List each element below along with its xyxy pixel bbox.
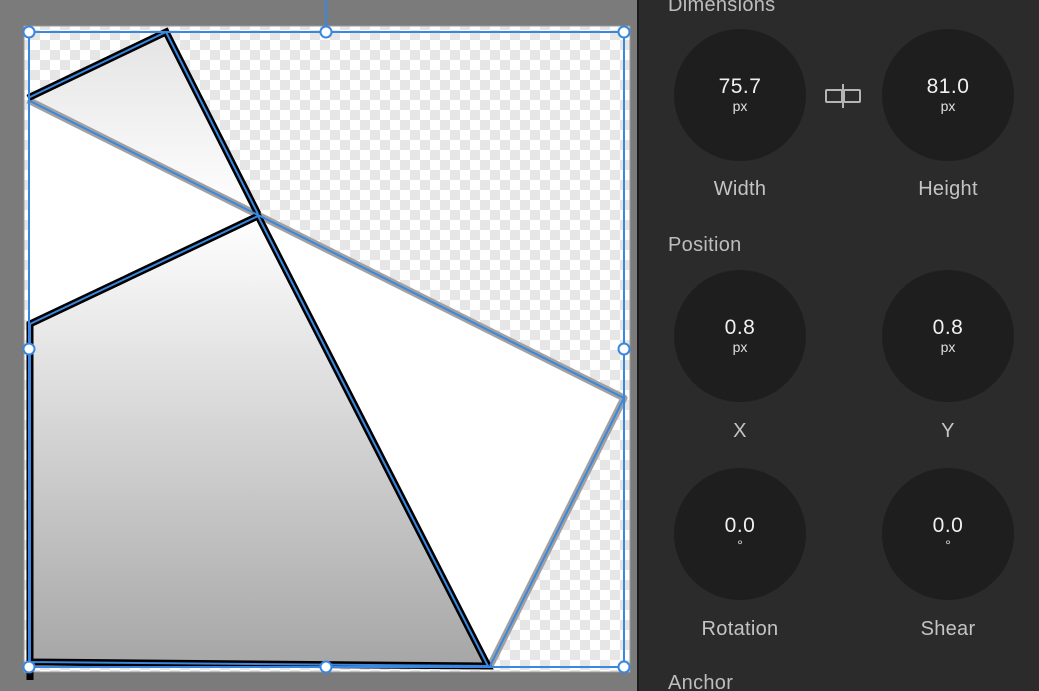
handle-top-left[interactable]	[22, 25, 36, 39]
x-unit: px	[732, 339, 748, 355]
shear-label: Shear	[920, 618, 976, 640]
height-dial[interactable]: 81.0 px	[882, 29, 1014, 161]
dimensions-section-title: Dimensions	[668, 0, 776, 16]
handle-bottom-left[interactable]	[22, 660, 36, 674]
y-dial[interactable]: 0.8 px	[882, 270, 1014, 402]
anchor-section-title: Anchor	[668, 672, 734, 691]
rotation-unit: °	[737, 537, 743, 553]
height-value: 81.0	[926, 75, 970, 98]
x-value: 0.8	[724, 316, 756, 339]
handle-top-right[interactable]	[617, 25, 631, 39]
handle-middle-right[interactable]	[617, 342, 631, 356]
y-value: 0.8	[932, 316, 964, 339]
width-value: 75.7	[718, 75, 762, 98]
link-proportions-icon[interactable]	[824, 84, 862, 108]
canvas-area[interactable]	[0, 0, 638, 691]
shear-unit: °	[945, 537, 951, 553]
handle-bottom-center[interactable]	[319, 660, 333, 674]
x-dial[interactable]: 0.8 px	[674, 270, 806, 402]
position-section-title: Position	[668, 234, 742, 256]
transform-inspector-panel: Dimensions 75.7 px 81.0 px Width Height …	[639, 0, 1039, 691]
y-label: Y	[941, 420, 955, 442]
width-label: Width	[713, 178, 767, 200]
width-dial[interactable]: 75.7 px	[674, 29, 806, 161]
shear-dial[interactable]: 0.0 °	[882, 468, 1014, 600]
rotation-value: 0.0	[724, 514, 756, 537]
shear-value: 0.0	[932, 514, 964, 537]
handle-bottom-right[interactable]	[617, 660, 631, 674]
app-window: Dimensions 75.7 px 81.0 px Width Height …	[0, 0, 1039, 691]
handle-top-center[interactable]	[319, 25, 333, 39]
height-unit: px	[940, 98, 956, 114]
width-unit: px	[732, 98, 748, 114]
height-label: Height	[918, 178, 978, 200]
handle-middle-left[interactable]	[22, 342, 36, 356]
rotation-label: Rotation	[701, 618, 779, 640]
x-label: X	[733, 420, 747, 442]
y-unit: px	[940, 339, 956, 355]
rotation-dial[interactable]: 0.0 °	[674, 468, 806, 600]
canvas-artwork[interactable]	[0, 0, 638, 691]
